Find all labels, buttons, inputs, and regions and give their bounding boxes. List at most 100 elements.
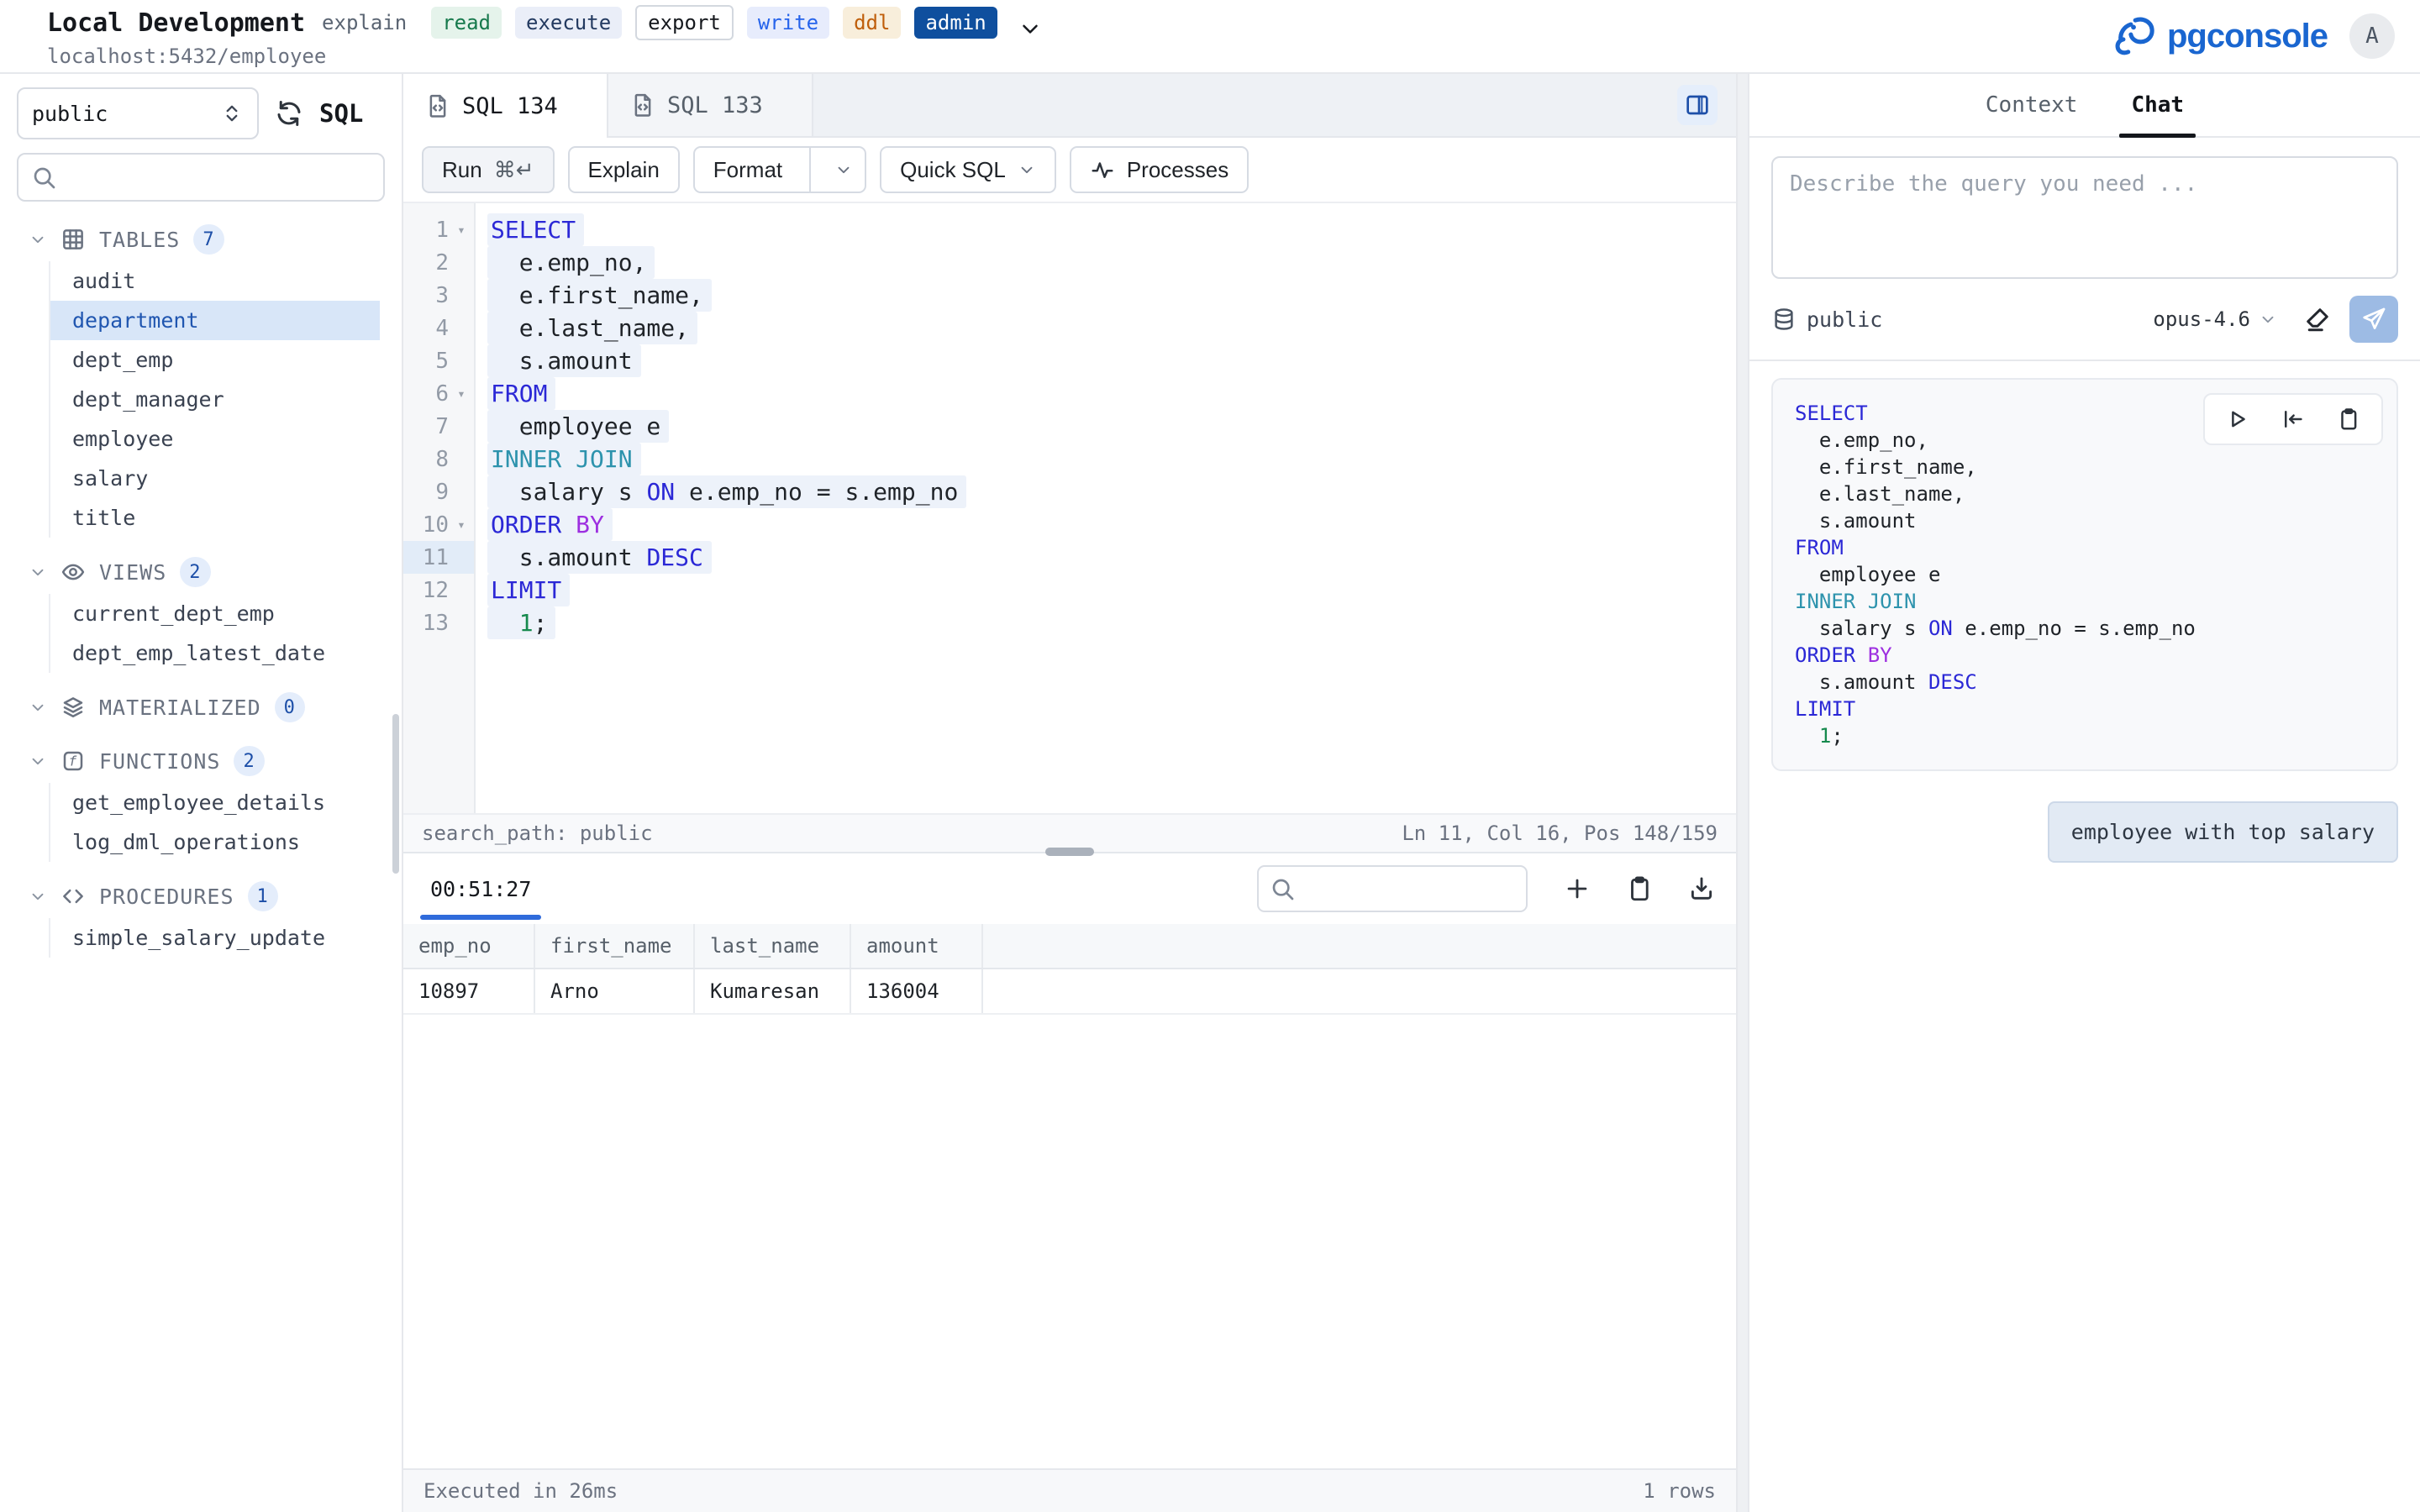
fold-arrow-icon[interactable]: ▾	[449, 517, 474, 533]
fold-arrow-icon[interactable]: ▾	[449, 386, 474, 402]
sidebar-search-input[interactable]	[17, 153, 385, 202]
section-header-views[interactable]: VIEWS2	[0, 553, 402, 591]
send-button[interactable]	[2349, 296, 2398, 343]
avatar[interactable]: A	[2349, 13, 2395, 59]
editor-tab-sql-133[interactable]: SQL 133	[608, 74, 813, 136]
editor-statusbar: search_path: public Ln 11, Col 16, Pos 1…	[403, 813, 1736, 852]
tree-item-department[interactable]: department	[50, 301, 380, 340]
gutter: 13	[403, 606, 474, 639]
editor-line-9[interactable]: 9 salary s ON e.emp_no = s.emp_no	[403, 475, 1736, 508]
copy-results-icon[interactable]	[1625, 874, 1654, 903]
processes-label: Processes	[1127, 157, 1228, 183]
copy-code-icon[interactable]	[2336, 407, 2361, 432]
insert-into-editor-icon[interactable]	[2281, 407, 2306, 432]
chevron-down-icon[interactable]	[834, 160, 853, 179]
results-table-header: emp_nofirst_namelast_nameamount	[403, 924, 1736, 969]
run-button[interactable]: Run ⌘↵	[422, 146, 555, 193]
editor-line-8[interactable]: 8INNER JOIN	[403, 443, 1736, 475]
permission-badges: explainreadexecuteexportwriteddladmin	[322, 5, 997, 41]
editor-line-11[interactable]: 11 s.amount DESC	[403, 541, 1736, 574]
table-cell-filler	[983, 969, 1736, 1013]
editor-tabbar: SQL 134SQL 133	[403, 74, 1736, 138]
editor-line-5[interactable]: 5 s.amount	[403, 344, 1736, 377]
column-header-last_name[interactable]: last_name	[695, 924, 851, 968]
resize-grip[interactable]	[1045, 848, 1094, 856]
section-label: VIEWS	[99, 560, 166, 585]
permission-badge-ddl: ddl	[843, 7, 901, 39]
explain-label: Explain	[588, 157, 660, 183]
tree-item-dept_emp[interactable]: dept_emp	[50, 340, 380, 380]
table-grid-icon	[60, 227, 86, 252]
processes-button[interactable]: Processes	[1070, 146, 1249, 193]
chat-schema-context[interactable]: public	[1771, 307, 1882, 332]
section-header-procedures[interactable]: PROCEDURES1	[0, 877, 402, 916]
app-logo: pgconsole	[2110, 12, 2328, 60]
editor-line-1[interactable]: 1▾SELECT	[403, 213, 1736, 246]
gutter: 12	[403, 574, 474, 606]
tree-item-dept_manager[interactable]: dept_manager	[50, 380, 380, 419]
editor-line-13[interactable]: 13 1;	[403, 606, 1736, 639]
column-header-first_name[interactable]: first_name	[535, 924, 695, 968]
run-code-icon[interactable]	[2225, 407, 2250, 432]
elephant-logo-icon	[2110, 12, 2159, 60]
gutter: 3	[403, 279, 474, 312]
tree-item-dept_emp_latest_date[interactable]: dept_emp_latest_date	[50, 633, 380, 673]
tree-item-get_employee_details[interactable]: get_employee_details	[50, 783, 380, 822]
chevron-down-icon	[2259, 310, 2277, 328]
clear-chat-icon[interactable]	[2302, 304, 2333, 334]
column-header-emp_no[interactable]: emp_no	[403, 924, 535, 968]
tree-item-simple_salary_update[interactable]: simple_salary_update	[50, 918, 380, 958]
tree-item-salary[interactable]: salary	[50, 459, 380, 498]
tree-item-employee[interactable]: employee	[50, 419, 380, 459]
tree-item-current_dept_emp[interactable]: current_dept_emp	[50, 594, 380, 633]
editor-line-7[interactable]: 7 employee e	[403, 410, 1736, 443]
result-tab-timer[interactable]: 00:51:27	[424, 853, 538, 924]
tab-context[interactable]: Context	[1982, 74, 2081, 136]
tree-item-title[interactable]: title	[50, 498, 380, 538]
user-message-bubble: employee with top salary	[2048, 801, 2398, 863]
download-results-icon[interactable]	[1687, 874, 1716, 903]
schema-sidebar: public SQL TABLES7auditdepartmentdept_em…	[0, 74, 403, 1512]
editor-line-6[interactable]: 6▾FROM	[403, 377, 1736, 410]
explain-button[interactable]: Explain	[568, 146, 680, 193]
chevron-down-icon[interactable]	[1018, 16, 1043, 41]
app-window: Local Development explainreadexecuteexpo…	[0, 0, 2420, 1512]
fold-arrow-icon[interactable]: ▾	[449, 222, 474, 238]
results-search-input[interactable]	[1257, 865, 1528, 912]
add-result-tab-icon[interactable]	[1563, 874, 1591, 903]
tree-item-log_dml_operations[interactable]: log_dml_operations	[50, 822, 380, 862]
assistant-code-line: INNER JOIN	[1795, 588, 2375, 615]
editor-tab-sql-134[interactable]: SQL 134	[403, 74, 608, 138]
sidebar-scrollbar[interactable]	[392, 714, 399, 874]
column-header-amount[interactable]: amount	[851, 924, 983, 968]
schema-select[interactable]: public	[17, 87, 259, 139]
results-table-body: 10897ArnoKumaresan136004	[403, 969, 1736, 1015]
toggle-side-panel-button[interactable]	[1677, 85, 1718, 125]
tab-chat[interactable]: Chat	[2128, 74, 2187, 136]
section-header-functions[interactable]: fFUNCTIONS2	[0, 742, 402, 780]
assistant-code-line: s.amount DESC	[1795, 669, 2375, 696]
format-button[interactable]: Format	[693, 146, 866, 193]
sql-editor[interactable]: 1▾SELECT2 e.emp_no,3 e.first_name,4 e.la…	[403, 203, 1736, 813]
results-footer: Executed in 26ms 1 rows	[403, 1468, 1736, 1512]
editor-line-12[interactable]: 12LIMIT	[403, 574, 1736, 606]
table-row[interactable]: 10897ArnoKumaresan136004	[403, 969, 1736, 1015]
editor-line-4[interactable]: 4 e.last_name,	[403, 312, 1736, 344]
file-code-icon	[425, 93, 450, 118]
tree-item-audit[interactable]: audit	[50, 261, 380, 301]
model-select[interactable]: opus-4.6	[2153, 307, 2277, 331]
editor-line-3[interactable]: 3 e.first_name,	[403, 279, 1736, 312]
section-count-badge: 1	[248, 881, 278, 911]
section-header-materialized[interactable]: MATERIALIZED0	[0, 688, 402, 727]
editor-line-2[interactable]: 2 e.emp_no,	[403, 246, 1736, 279]
chat-prompt-input[interactable]	[1771, 156, 2398, 279]
editor-line-10[interactable]: 10▾ORDER BY	[403, 508, 1736, 541]
eye-icon	[60, 559, 86, 585]
sql-mode-label[interactable]: SQL	[319, 99, 363, 128]
section-header-tables[interactable]: TABLES7	[0, 220, 402, 259]
format-label: Format	[713, 157, 782, 183]
connection-info: Local Development explainreadexecuteexpo…	[47, 4, 1043, 68]
section-count-badge: 2	[234, 746, 264, 776]
quick-sql-button[interactable]: Quick SQL	[880, 146, 1056, 193]
refresh-icon[interactable]	[274, 98, 304, 129]
